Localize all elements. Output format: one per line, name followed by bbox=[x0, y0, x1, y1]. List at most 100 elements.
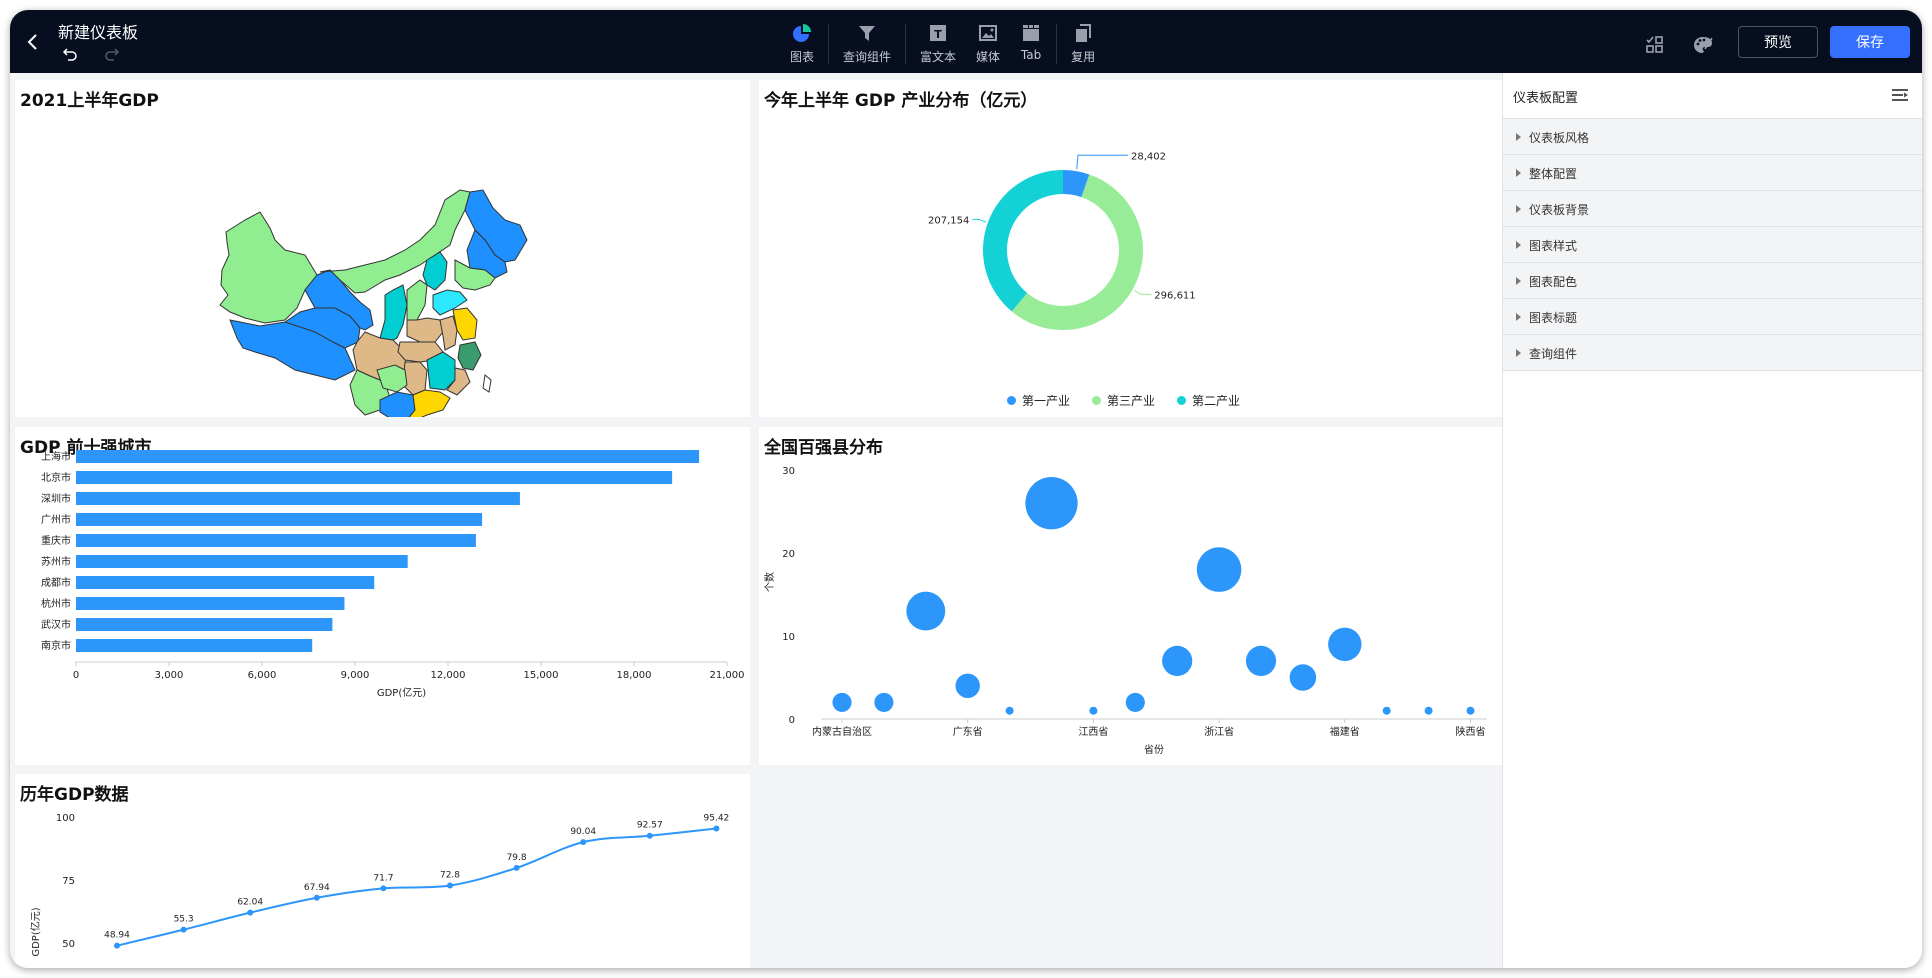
bubble[interactable] bbox=[1245, 645, 1277, 677]
bar[interactable] bbox=[76, 555, 408, 568]
tool-chart[interactable]: 图表 bbox=[780, 18, 824, 68]
bubble-chart: 0 10 20 30 内蒙古自治区 广东省 江西省 浙江省 福建省 陕西省省份 个数 bbox=[763, 466, 1487, 756]
dashboard-config-panel: 仪表板配置 仪表板风格整体配置 仪表板背景 图表样式 图表配色 图表标题 查询组件 bbox=[1502, 73, 1922, 968]
config-section[interactable]: 仪表板风格 bbox=[1503, 119, 1922, 155]
image-icon bbox=[979, 25, 998, 41]
undo-button[interactable] bbox=[62, 45, 80, 63]
bubble[interactable] bbox=[1005, 706, 1014, 715]
line-card[interactable]: 历年GDP数据 50 75 100 GDP(亿元) 48.94 55.3 62.04 67.9… bbox=[15, 774, 750, 968]
tool-reuse[interactable]: 复用 bbox=[1061, 18, 1105, 68]
tool-media-label: 媒体 bbox=[976, 50, 1001, 64]
map-region-shanxi[interactable] bbox=[406, 279, 428, 321]
bubble[interactable] bbox=[1125, 692, 1145, 712]
bubble[interactable] bbox=[1089, 706, 1098, 715]
bar[interactable] bbox=[76, 534, 476, 547]
line-point[interactable] bbox=[114, 942, 120, 949]
donut-slice[interactable] bbox=[983, 170, 1063, 312]
theme-button[interactable] bbox=[1692, 34, 1714, 56]
china-map-chart bbox=[219, 189, 528, 417]
line-point[interactable] bbox=[513, 864, 520, 871]
bar-category-label: 南京市 bbox=[41, 639, 71, 652]
bar-card[interactable]: GDP 前十强城市 上海市 北京市 深圳市 广州市 重庆市 苏州市 成都市 杭州市 武汉市 南京市… bbox=[15, 427, 750, 765]
y-axis-title: 个数 bbox=[763, 572, 776, 592]
map-card[interactable]: 2021上半年GDP bbox=[15, 80, 750, 417]
y-axis-title: GDP(亿元) bbox=[29, 907, 42, 956]
line-point[interactable] bbox=[580, 839, 587, 846]
map-region-henan[interactable] bbox=[406, 317, 444, 343]
config-section[interactable]: 整体配置 bbox=[1503, 155, 1922, 191]
bar[interactable] bbox=[76, 513, 483, 526]
y-tick-label: 50 bbox=[62, 939, 75, 950]
config-panel-title: 仪表板配置 bbox=[1513, 91, 1579, 106]
bar[interactable] bbox=[76, 450, 700, 463]
line-point[interactable] bbox=[713, 825, 720, 832]
map-region-anhui[interactable] bbox=[439, 315, 458, 351]
map-region-xinjiang[interactable] bbox=[219, 211, 318, 324]
bar[interactable] bbox=[76, 576, 375, 589]
bubble[interactable] bbox=[906, 591, 946, 631]
x-tick-label: 3,000 bbox=[155, 670, 184, 681]
line-data-label: 67.94 bbox=[304, 883, 330, 893]
map-region-shaanxi[interactable] bbox=[379, 284, 408, 341]
bar[interactable] bbox=[76, 471, 673, 484]
config-section[interactable]: 查询组件 bbox=[1503, 335, 1922, 371]
map-region-jiangxi[interactable] bbox=[426, 351, 456, 391]
bubble-card[interactable]: 全国百强县分布 0 10 20 30 内蒙古自治区 广东省 江西省 浙江省 福建省 陕西省 省份 个数 bbox=[759, 427, 1502, 765]
bar[interactable] bbox=[76, 639, 313, 652]
line-point[interactable] bbox=[447, 882, 453, 889]
bubble[interactable] bbox=[1162, 645, 1193, 677]
bubble[interactable] bbox=[955, 673, 980, 698]
donut-card[interactable]: 今年上半年 GDP 产业分布（亿元） 28,402 296,611 207,154 … bbox=[759, 80, 1502, 417]
map-region-inner-mongolia[interactable] bbox=[319, 189, 471, 294]
x-tick-label: 12,000 bbox=[431, 670, 466, 681]
line-point[interactable] bbox=[380, 885, 387, 892]
bubble[interactable] bbox=[1424, 706, 1433, 715]
x-axis-title: 省份 bbox=[1144, 743, 1164, 756]
legend-item[interactable]: 第一产业 bbox=[1007, 392, 1070, 409]
tool-richtext-label: 富文本 bbox=[920, 50, 957, 64]
layout-check-button[interactable] bbox=[1644, 34, 1666, 56]
config-section[interactable]: 仪表板背景 bbox=[1503, 191, 1922, 227]
tool-media[interactable]: 媒体 bbox=[966, 18, 1010, 68]
bar[interactable] bbox=[76, 618, 333, 631]
config-panel-header: 仪表板配置 bbox=[1503, 73, 1922, 119]
bubble[interactable] bbox=[1025, 477, 1078, 530]
line-point[interactable] bbox=[313, 894, 320, 901]
tool-query[interactable]: 查询组件 bbox=[833, 18, 901, 68]
y-tick-label: 100 bbox=[56, 813, 75, 824]
bubble[interactable] bbox=[1382, 706, 1391, 715]
legend-item[interactable]: 第三产业 bbox=[1092, 392, 1155, 409]
collapse-menu-icon[interactable] bbox=[1892, 88, 1908, 102]
config-section[interactable]: 图表样式 bbox=[1503, 227, 1922, 263]
bubble[interactable] bbox=[1328, 627, 1362, 661]
config-section[interactable]: 图表配色 bbox=[1503, 263, 1922, 299]
bubble[interactable] bbox=[1196, 547, 1242, 592]
config-section-label: 仪表板风格 bbox=[1529, 131, 1590, 145]
palette-icon bbox=[1694, 37, 1713, 53]
bar-category-label: 成都市 bbox=[41, 576, 71, 589]
map-region-zhejiang[interactable] bbox=[457, 341, 482, 371]
bubble[interactable] bbox=[874, 692, 894, 712]
undo-icon bbox=[62, 48, 77, 61]
tool-tab[interactable]: Tab bbox=[1010, 18, 1052, 68]
bar[interactable] bbox=[76, 597, 345, 610]
line-point[interactable] bbox=[247, 909, 254, 916]
line-point[interactable] bbox=[180, 926, 187, 933]
tool-richtext[interactable]: T 富文本 bbox=[910, 18, 966, 68]
bubble[interactable] bbox=[832, 692, 852, 712]
redo-button[interactable] bbox=[102, 45, 120, 63]
line-point[interactable] bbox=[646, 832, 653, 839]
legend-item[interactable]: 第二产业 bbox=[1177, 392, 1240, 409]
x-tick-label: 陕西省 bbox=[1456, 725, 1486, 738]
bubble[interactable] bbox=[1289, 664, 1317, 691]
toolbar-divider bbox=[905, 24, 907, 64]
line-data-label: 92.57 bbox=[637, 821, 663, 831]
preview-button[interactable]: 预览 bbox=[1738, 26, 1818, 58]
bar[interactable] bbox=[76, 492, 520, 505]
back-button[interactable] bbox=[22, 30, 44, 54]
save-button[interactable]: 保存 bbox=[1830, 26, 1910, 58]
caret-right-icon bbox=[1516, 133, 1521, 141]
config-section[interactable]: 图表标题 bbox=[1503, 299, 1922, 335]
dashboard-title[interactable]: 新建仪表板 bbox=[58, 19, 138, 43]
bubble[interactable] bbox=[1466, 706, 1475, 715]
